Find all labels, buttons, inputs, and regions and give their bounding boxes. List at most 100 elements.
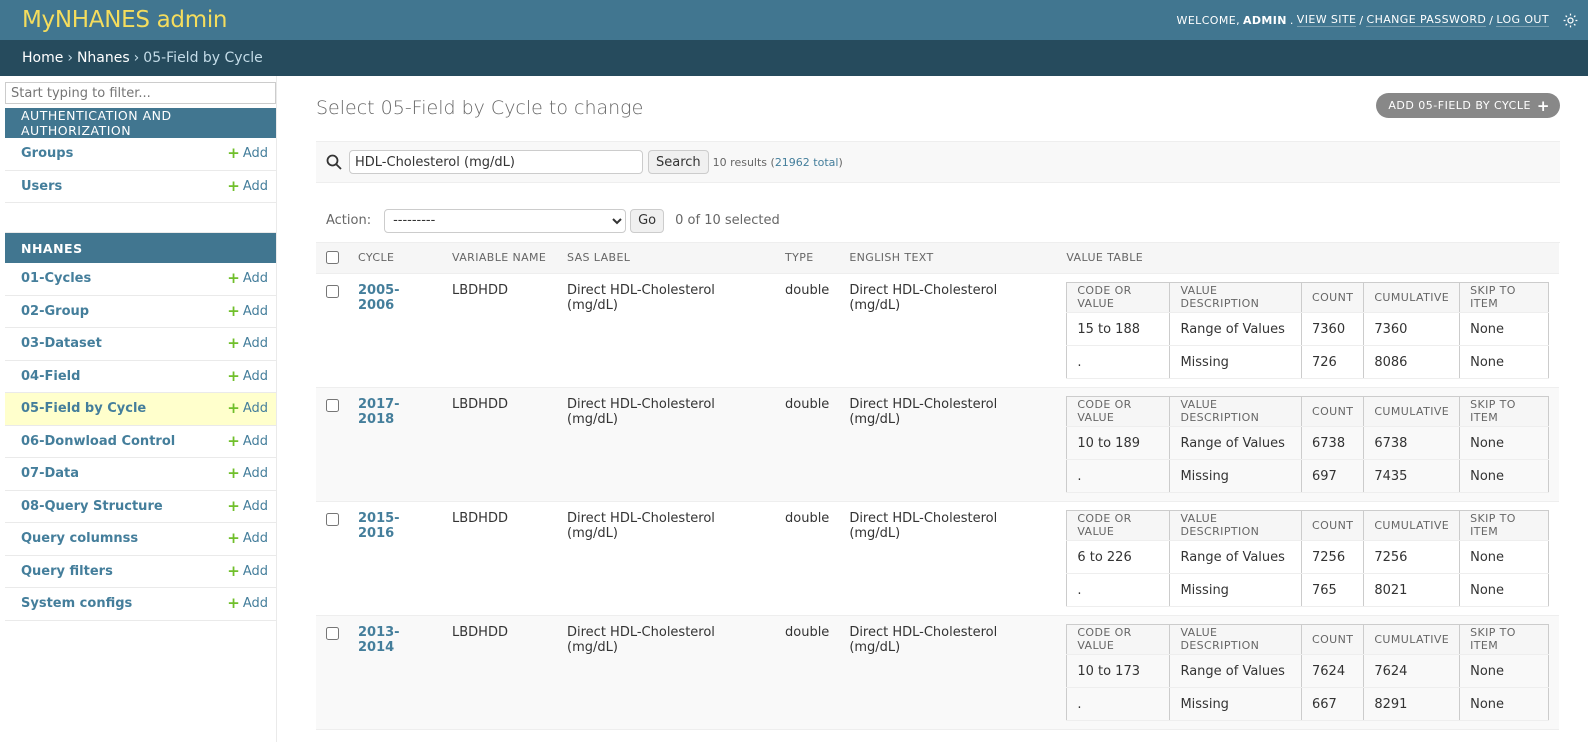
sidebar-item-label[interactable]: 05-Field by Cycle bbox=[21, 401, 146, 416]
change-password-link[interactable]: CHANGE PASSWORD bbox=[1366, 13, 1487, 27]
go-button[interactable]: Go bbox=[630, 208, 665, 233]
row-select-cell bbox=[316, 387, 348, 502]
column-header-sas-label[interactable]: SAS label bbox=[557, 243, 775, 274]
action-select[interactable]: --------- bbox=[384, 208, 627, 233]
value-table-cell: Missing bbox=[1169, 686, 1302, 721]
sidebar-item-label[interactable]: 06-Donwload Control bbox=[21, 434, 175, 449]
add-dataset-link[interactable]: + Add bbox=[227, 336, 268, 352]
search-button[interactable]: Search bbox=[648, 150, 709, 174]
row-checkbox[interactable] bbox=[326, 626, 339, 640]
cycle-link[interactable]: 2013-2014 bbox=[358, 625, 400, 655]
plus-icon: + bbox=[227, 594, 240, 613]
table-row: 2005-2006 LBDHDD Direct HDL-Cholesterol (m… bbox=[316, 273, 1559, 388]
plus-icon: + bbox=[227, 301, 240, 320]
value-table-cell: Missing bbox=[1169, 572, 1302, 607]
breadcrumb-separator: › bbox=[67, 50, 73, 66]
sidebar-item-label[interactable]: System configs bbox=[21, 596, 132, 611]
sidebar-item-field: 04-Field + Add bbox=[5, 361, 276, 393]
welcome-text: WELCOME, bbox=[1176, 13, 1240, 27]
value-table-cell: Missing bbox=[1169, 344, 1302, 379]
module-auth: Authentication and Authorization Groups … bbox=[5, 108, 276, 233]
sidebar-item-label[interactable]: Groups bbox=[21, 146, 73, 161]
column-header-english-text[interactable]: English text bbox=[839, 243, 1057, 274]
add-field-link[interactable]: + Add bbox=[227, 366, 268, 385]
sidebar-item-label[interactable]: 07-Data bbox=[21, 466, 79, 481]
add-download-control-link[interactable]: + Add bbox=[227, 433, 268, 449]
value-table-cell: 10 to 173 bbox=[1066, 653, 1171, 688]
sidebar-item-label[interactable]: 02-Group bbox=[21, 304, 89, 319]
value-table-header: Code or Value bbox=[1066, 395, 1171, 427]
column-header-cycle[interactable]: Cycle bbox=[348, 243, 442, 274]
add-query-columns-link[interactable]: + Add bbox=[227, 531, 268, 547]
value-table-header: Skip to Item bbox=[1459, 509, 1549, 541]
add-users-link[interactable]: + Add bbox=[227, 178, 268, 194]
type-cell: double bbox=[775, 501, 840, 616]
sidebar-item-label[interactable]: 03-Dataset bbox=[21, 336, 102, 351]
log-out-link[interactable]: LOG OUT bbox=[1496, 13, 1549, 27]
add-query-structure-link[interactable]: + Add bbox=[227, 498, 268, 514]
variable-name-cell: LBDHDD bbox=[442, 387, 557, 502]
value-table-cell: 7435 bbox=[1363, 458, 1461, 493]
sidebar-item-label[interactable]: Users bbox=[21, 179, 62, 194]
english-text-cell: Direct HDL-Cholesterol (mg/dL) bbox=[839, 387, 1057, 502]
value-table-cell: None bbox=[1459, 458, 1549, 493]
value-table-row: 15 to 188 Range of Values 7360 7360 None bbox=[1066, 311, 1549, 346]
total-results-link[interactable]: 21962 total bbox=[775, 156, 839, 169]
add-cycles-link[interactable]: + Add bbox=[227, 271, 268, 287]
value-table-header: Cumulative bbox=[1363, 509, 1461, 541]
cycle-link[interactable]: 2015-2016 bbox=[358, 511, 400, 541]
plus-icon: + bbox=[1536, 96, 1550, 115]
value-table-header: Skip to Item bbox=[1459, 395, 1549, 427]
sas-label-cell: Direct HDL-Cholesterol (mg/dL) bbox=[557, 501, 775, 616]
plus-icon: + bbox=[227, 561, 240, 580]
module-caption-auth[interactable]: Authentication and Authorization bbox=[5, 108, 276, 138]
sidebar-item-data: 07-Data + Add bbox=[5, 458, 276, 491]
site-branding[interactable]: MyNHANES admin bbox=[22, 7, 228, 33]
variable-name-cell: LBDHDD bbox=[442, 273, 557, 388]
sas-label-cell: Direct HDL-Cholesterol (mg/dL) bbox=[557, 615, 775, 730]
add-groups-link[interactable]: + Add bbox=[227, 146, 268, 162]
add-group-link[interactable]: + Add bbox=[227, 301, 268, 320]
value-table-cell: . bbox=[1066, 458, 1171, 493]
results-count: 10 results (21962 total) bbox=[712, 155, 843, 169]
add-field-by-cycle-button[interactable]: ADD 05-FIELD BY CYCLE + bbox=[1376, 93, 1560, 118]
sidebar-item-label[interactable]: 04-Field bbox=[21, 369, 80, 384]
cycle-link[interactable]: 2005-2006 bbox=[358, 283, 400, 313]
select-all-checkbox[interactable] bbox=[326, 250, 339, 264]
row-checkbox[interactable] bbox=[326, 512, 339, 526]
value-table-header: Cumulative bbox=[1363, 623, 1461, 655]
sun-icon[interactable] bbox=[1562, 12, 1578, 28]
add-field-by-cycle-link[interactable]: + Add bbox=[227, 401, 268, 417]
value-table-cell: 726 bbox=[1300, 344, 1365, 379]
sas-label-cell: Direct HDL-Cholesterol (mg/dL) bbox=[557, 273, 775, 388]
column-header-value-table[interactable]: Value table bbox=[1056, 243, 1559, 274]
sidebar-item-label[interactable]: Query filters bbox=[21, 564, 113, 579]
sidebar-item-cycles: 01-Cycles + Add bbox=[5, 263, 276, 296]
table-row: 2013-2014 LBDHDD Direct HDL-Cholesterol (m… bbox=[316, 615, 1559, 730]
row-checkbox[interactable] bbox=[326, 284, 339, 298]
breadcrumb-home[interactable]: Home bbox=[22, 50, 63, 66]
add-data-link[interactable]: + Add bbox=[227, 466, 268, 482]
nav-filter-input[interactable] bbox=[5, 82, 276, 104]
module-caption-nhanes[interactable]: NHANES bbox=[5, 233, 276, 263]
view-site-link[interactable]: VIEW SITE bbox=[1296, 13, 1357, 27]
search-input[interactable] bbox=[349, 150, 643, 174]
add-query-filters-link[interactable]: + Add bbox=[227, 561, 268, 580]
breadcrumb-app[interactable]: Nhanes bbox=[77, 50, 130, 66]
value-table-header: Skip to Item bbox=[1459, 281, 1549, 313]
plus-icon: + bbox=[227, 366, 240, 385]
sidebar-item-label[interactable]: Query columnss bbox=[21, 531, 138, 546]
add-system-configs-link[interactable]: + Add bbox=[227, 594, 268, 613]
sidebar-item-label[interactable]: 01-Cycles bbox=[21, 271, 91, 286]
sidebar-item-label[interactable]: 08-Query Structure bbox=[21, 499, 163, 514]
add-label: Add bbox=[242, 466, 268, 482]
value-table-cell: None bbox=[1459, 344, 1549, 379]
value-table: Code or Value Value Description Count Cumul… bbox=[1066, 509, 1549, 607]
cycle-link[interactable]: 2017-2018 bbox=[358, 397, 400, 427]
column-header-type[interactable]: Type bbox=[775, 243, 840, 274]
row-checkbox[interactable] bbox=[326, 398, 339, 412]
value-table-row: . Missing 697 7435 None bbox=[1066, 458, 1549, 493]
value-table-cell-wrap: Code or Value Value Description Count Cumul… bbox=[1056, 501, 1559, 616]
value-table-row: 10 to 173 Range of Values 7624 7624 None bbox=[1066, 653, 1549, 688]
column-header-variable-name[interactable]: Variable name bbox=[442, 243, 557, 274]
